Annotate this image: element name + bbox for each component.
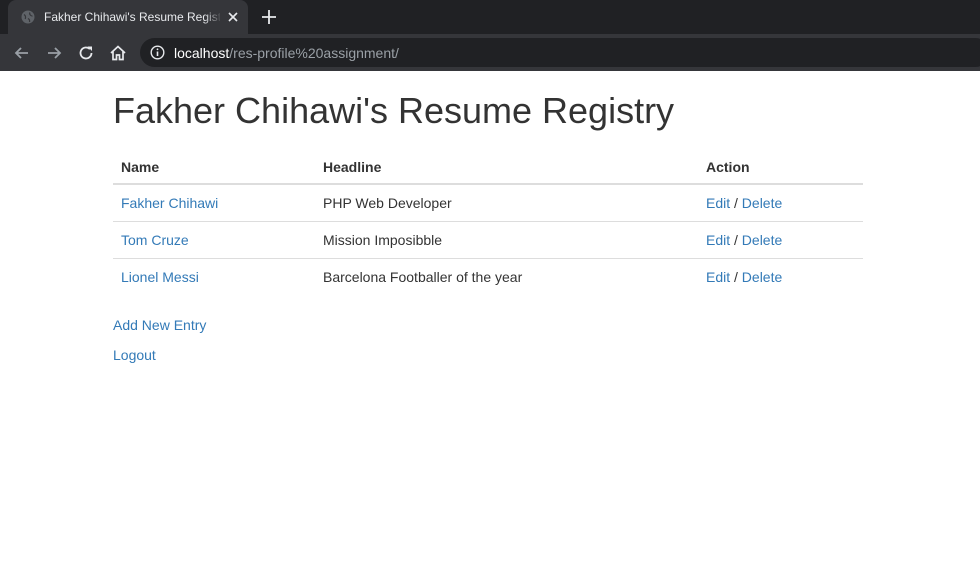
column-header-name: Name — [113, 150, 315, 185]
page-title: Fakher Chihawi's Resume Registry — [113, 90, 675, 131]
forward-arrow-icon[interactable] — [44, 43, 64, 63]
browser-tab[interactable]: Fakher Chihawi's Resume Registry — [8, 0, 248, 34]
browser-tab-strip: Fakher Chihawi's Resume Registry — [0, 0, 980, 34]
logout-link[interactable]: Logout — [113, 347, 156, 363]
page-content: Fakher Chihawi's Resume Registry Name He… — [113, 71, 863, 375]
add-new-entry-link[interactable]: Add New Entry — [113, 317, 206, 333]
address-bar[interactable]: localhost/res-profile%20assignment/ — [140, 38, 980, 67]
headline-cell: Barcelona Footballer of the year — [315, 257, 698, 295]
table-row: Tom Cruze Mission Imposibble Edit / Dele… — [113, 220, 863, 258]
globe-icon — [21, 10, 35, 24]
delete-link[interactable]: Delete — [742, 195, 782, 211]
headline-cell: PHP Web Developer — [323, 194, 452, 211]
url-text[interactable]: localhost/res-profile%20assignment/ — [174, 45, 399, 61]
name-cell: Lionel Messi — [113, 257, 315, 295]
headline-cell: Mission Imposibble — [315, 220, 698, 258]
action-separator: / — [734, 231, 738, 248]
column-header-headline: Headline — [315, 150, 698, 185]
reload-icon[interactable] — [76, 43, 96, 63]
resume-table: Name Headline Action Fakher Chihawi PHP … — [113, 150, 863, 295]
name-cell: Fakher Chihawi — [113, 184, 315, 221]
column-header-action: Action — [698, 150, 863, 185]
delete-link[interactable]: Delete — [742, 269, 782, 285]
action-cell: Edit / Delete — [698, 257, 863, 295]
profile-link[interactable]: Tom Cruze — [121, 232, 189, 248]
info-icon[interactable] — [150, 45, 165, 60]
plus-icon[interactable] — [260, 8, 278, 26]
url-path: /res-profile%20assignment/ — [229, 45, 399, 61]
page-links: Add New Entry Logout — [113, 315, 863, 365]
delete-link[interactable]: Delete — [742, 232, 782, 248]
home-icon[interactable] — [108, 43, 128, 63]
profile-link[interactable]: Lionel Messi — [121, 269, 199, 285]
name-cell: Tom Cruze — [113, 220, 315, 258]
action-separator: / — [734, 268, 738, 285]
url-host: localhost — [174, 45, 230, 61]
browser-toolbar: localhost/res-profile%20assignment/ — [0, 34, 980, 71]
edit-link[interactable]: Edit — [706, 269, 730, 285]
back-arrow-icon[interactable] — [12, 43, 32, 63]
table-row: Fakher Chihawi PHP Web Developer Edit / … — [113, 184, 863, 221]
action-separator: / — [734, 194, 738, 211]
add-entry-paragraph: Add New Entry — [113, 315, 863, 335]
table-header-row: Name Headline Action — [113, 150, 863, 185]
profile-link[interactable]: Fakher Chihawi — [121, 195, 218, 211]
close-icon[interactable] — [226, 10, 240, 24]
tab-title: Fakher Chihawi's Resume Registry — [44, 10, 220, 24]
edit-link[interactable]: Edit — [706, 232, 730, 248]
edit-link[interactable]: Edit — [706, 195, 730, 211]
action-cell: Edit / Delete — [698, 184, 863, 221]
table-row: Lionel Messi Barcelona Footballer of the… — [113, 257, 863, 295]
logout-paragraph: Logout — [113, 345, 863, 365]
action-cell: Edit / Delete — [698, 220, 863, 258]
tab-title-fade — [204, 8, 222, 26]
